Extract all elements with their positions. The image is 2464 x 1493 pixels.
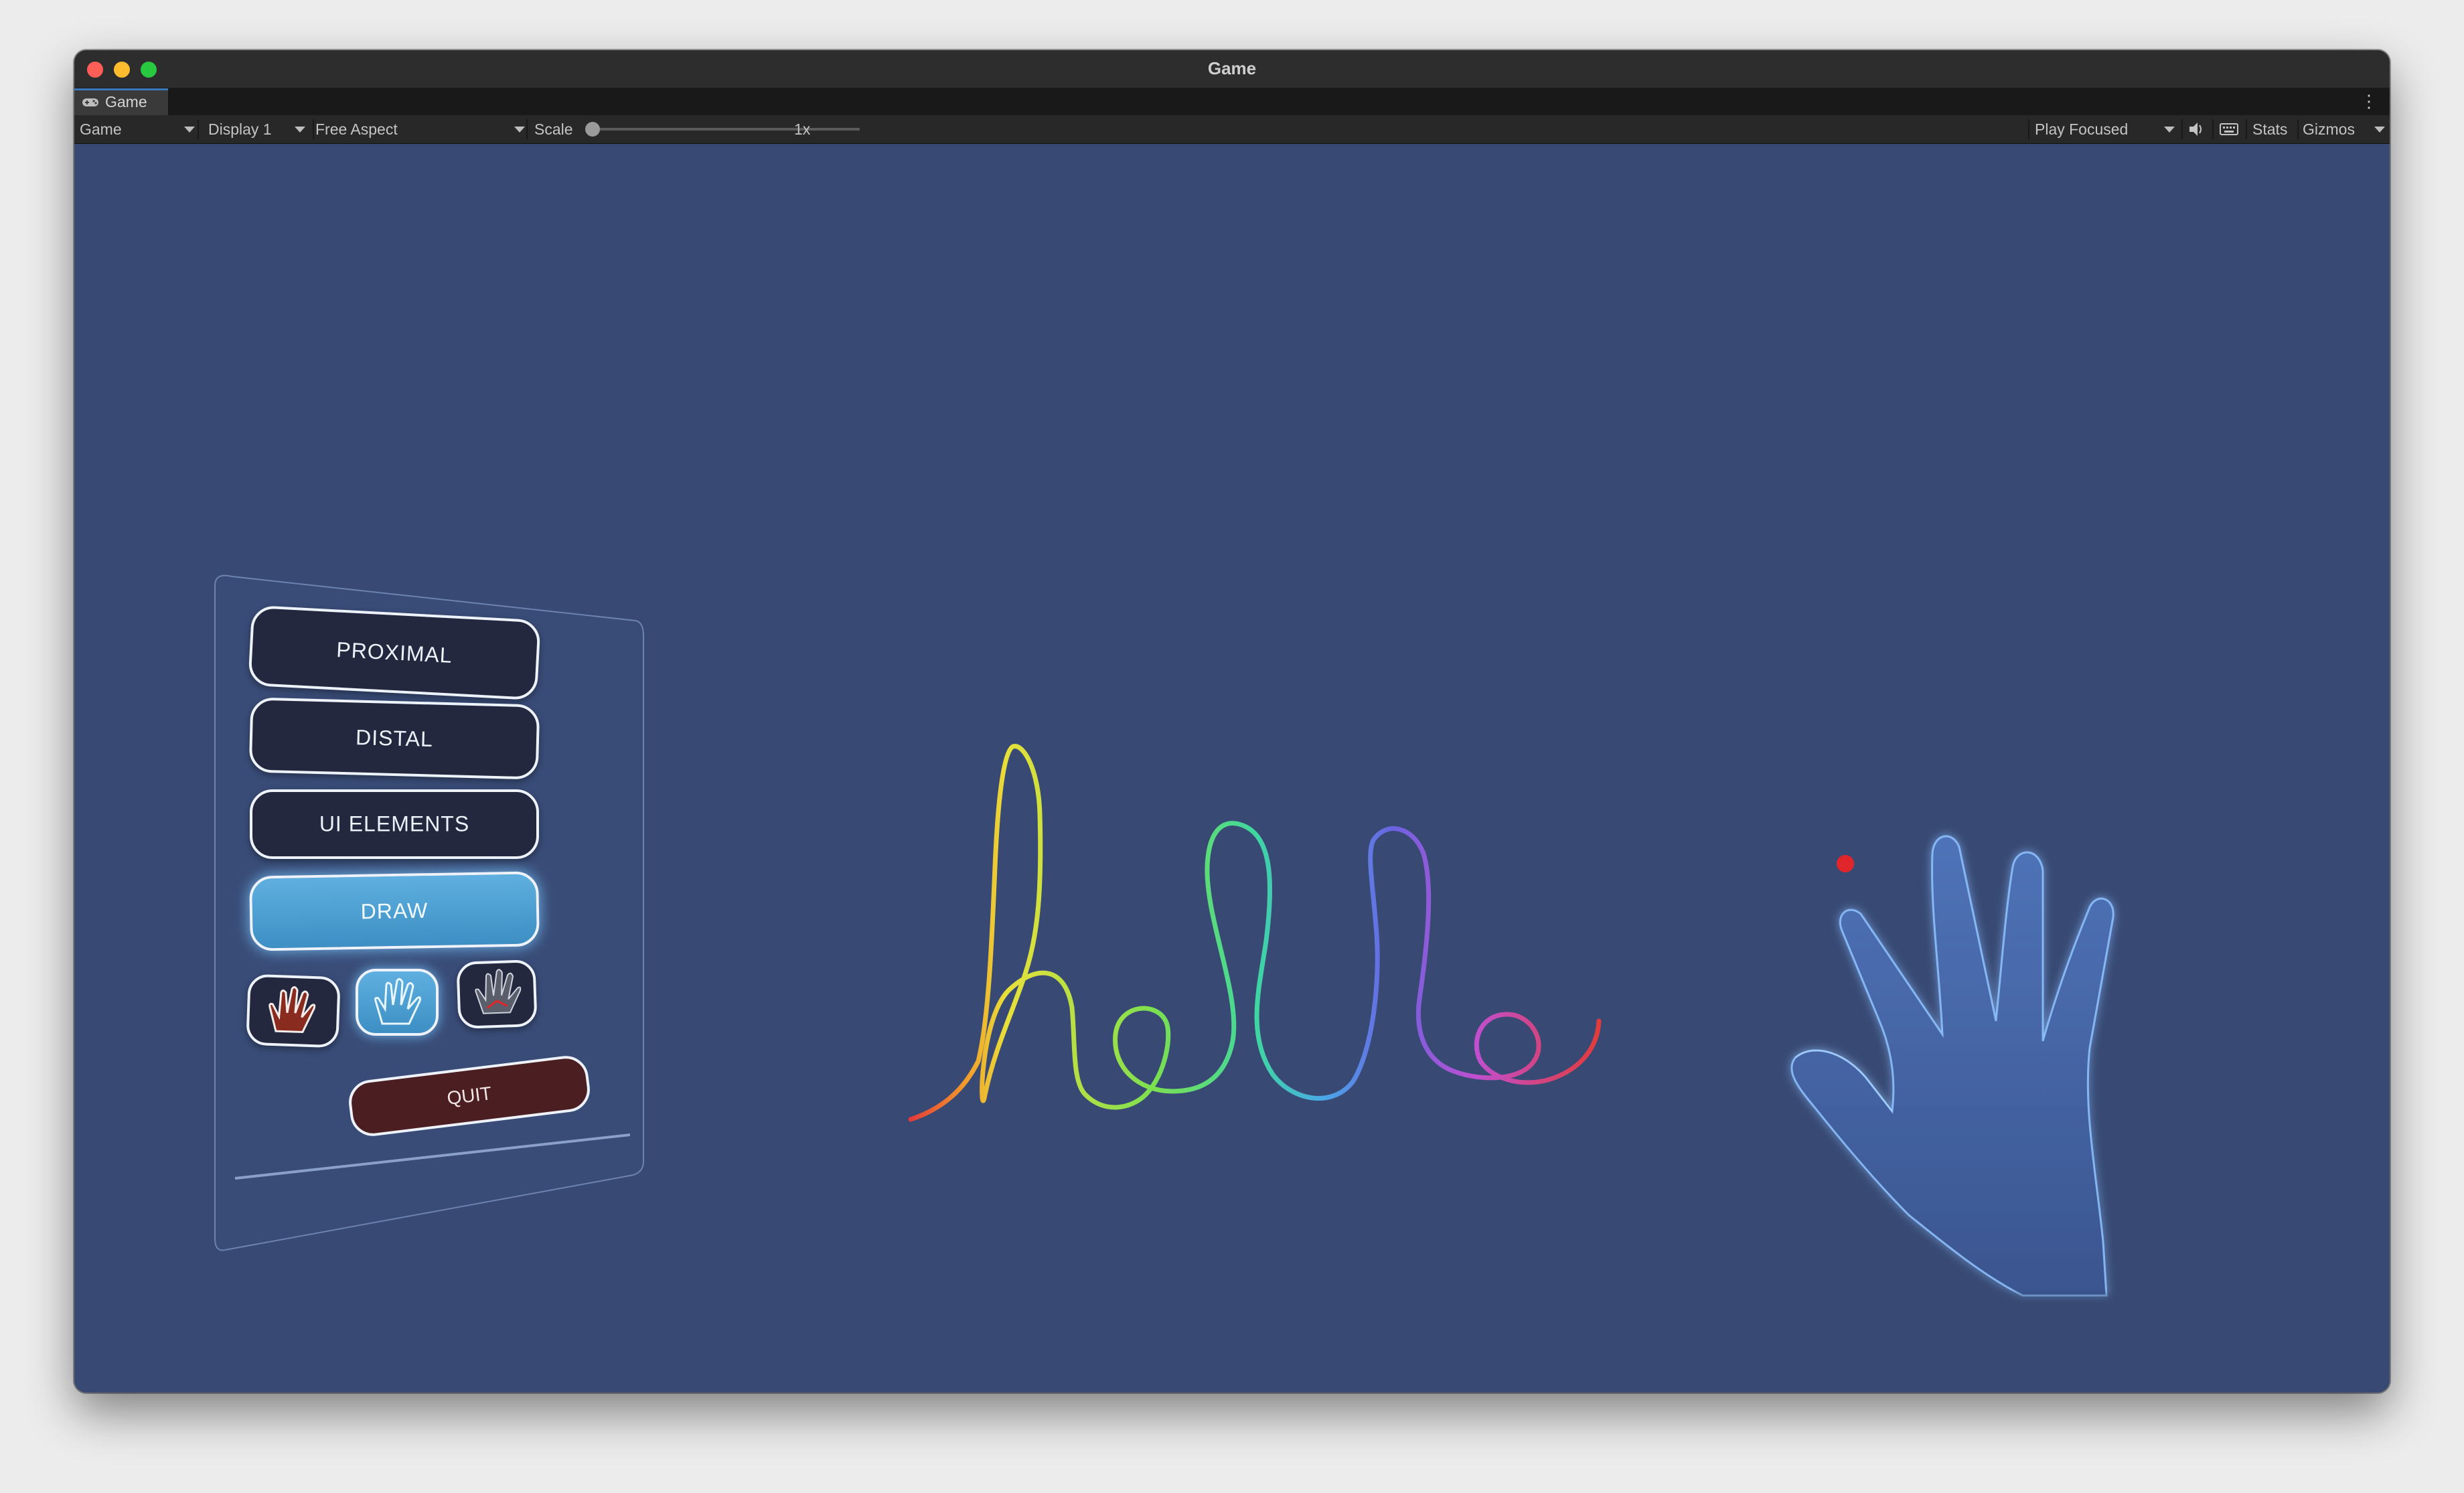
pointer-dot	[1837, 855, 1854, 872]
toolbar-divider	[2212, 119, 2214, 139]
ui-elements-button[interactable]: UI ELEMENTS	[250, 789, 539, 859]
scale-slider-track[interactable]	[592, 128, 860, 131]
chevron-down-icon	[514, 127, 525, 133]
gizmos-label: Gizmos	[2303, 121, 2355, 138]
game-viewport[interactable]: PROXIMAL DISTAL UI ELEMENTS DRAW QUIT	[74, 144, 2390, 1393]
tab-bar: Game ⋮	[74, 88, 2390, 115]
toolbar-divider	[2181, 119, 2183, 139]
chevron-down-icon	[2374, 127, 2385, 133]
chevron-down-icon	[295, 127, 305, 133]
draw-label: DRAW	[360, 898, 429, 924]
hand-dark-icon	[475, 969, 522, 1014]
aspect-label: Free Aspect	[315, 121, 398, 138]
distal-button[interactable]: DISTAL	[248, 697, 540, 780]
hand-mode-red-button[interactable]	[246, 973, 341, 1048]
hand-fade-overlay	[1775, 1229, 2123, 1309]
scale-value: 1x	[794, 121, 811, 138]
mute-audio-button[interactable]	[2187, 115, 2208, 143]
proximal-label: PROXIMAL	[335, 637, 453, 668]
aspect-dropdown[interactable]: Free Aspect	[315, 115, 530, 143]
toolbar-divider	[198, 119, 199, 139]
chevron-down-icon	[184, 127, 195, 133]
window-title: Game	[1207, 58, 1257, 78]
tab-label: Game	[105, 93, 147, 110]
scale-label: Scale	[534, 121, 573, 138]
distal-label: DISTAL	[355, 724, 434, 752]
keyboard-shortcuts-button[interactable]	[2219, 115, 2242, 143]
stats-button[interactable]: Stats	[2252, 115, 2287, 143]
view-mode-dropdown[interactable]: Game	[80, 115, 200, 143]
toolbar-divider	[2028, 119, 2029, 139]
game-toolbar: Game Display 1 Free Aspect Scale 1x Play…	[74, 115, 2390, 144]
drawn-hello-stroke	[908, 744, 1602, 1122]
play-mode-label: Play Focused	[2035, 121, 2129, 138]
toolbar-divider	[2297, 119, 2299, 139]
more-options-icon[interactable]: ⋮	[2360, 91, 2378, 112]
quit-label: QUIT	[445, 1083, 493, 1109]
chevron-down-icon	[2164, 127, 2175, 133]
draw-button[interactable]: DRAW	[249, 871, 540, 951]
title-bar: Game	[74, 50, 2390, 88]
toolbar-divider	[526, 119, 528, 139]
scale-slider-handle[interactable]	[585, 122, 600, 137]
toolbar-divider	[2246, 119, 2247, 139]
display-dropdown[interactable]: Display 1	[208, 115, 309, 143]
play-mode-dropdown[interactable]: Play Focused	[2035, 115, 2179, 143]
display-label: Display 1	[208, 121, 272, 138]
hand-outline-icon	[374, 977, 421, 1025]
proximal-button[interactable]: PROXIMAL	[248, 605, 541, 701]
tab-game[interactable]: Game	[74, 88, 168, 115]
toolbar-divider	[313, 119, 314, 139]
virtual-hand	[1790, 835, 2114, 1297]
ui-elements-label: UI ELEMENTS	[319, 811, 470, 836]
gamepad-icon	[82, 98, 98, 106]
gizmos-dropdown[interactable]: Gizmos	[2303, 115, 2386, 143]
keyboard-icon	[2220, 123, 2238, 135]
hand-mode-dark-button[interactable]	[456, 959, 538, 1030]
speaker-icon	[2189, 123, 2202, 136]
view-mode-label: Game	[80, 121, 122, 138]
hand-mode-outline-button[interactable]	[356, 969, 439, 1036]
hand-red-icon	[268, 986, 316, 1034]
unity-game-window: Game Game ⋮ Game Display 1 Free Aspect S…	[74, 50, 2390, 1393]
